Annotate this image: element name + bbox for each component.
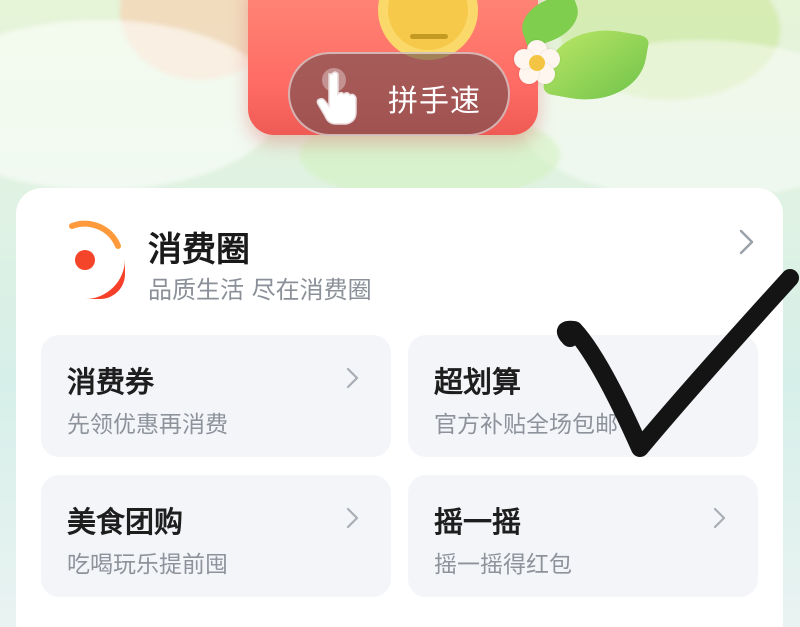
tile-coupons[interactable]: 消费券 先领优惠再消费	[41, 335, 391, 457]
chevron-right-icon[interactable]	[734, 228, 758, 256]
promo-banner[interactable]: 拼手速	[0, 0, 800, 200]
tile-food-group-buy[interactable]: 美食团购 吃喝玩乐提前囤	[41, 475, 391, 597]
chevron-right-icon	[346, 507, 359, 529]
consumption-circle-logo	[45, 219, 125, 299]
flower-illustration	[514, 40, 560, 86]
grab-fast-button[interactable]: 拼手速	[288, 52, 510, 136]
tile-subtitle: 吃喝玩乐提前囤	[67, 552, 228, 578]
tile-title: 美食团购	[67, 505, 184, 539]
card-title: 消费圈	[148, 230, 250, 270]
chevron-right-icon	[346, 367, 359, 389]
tile-great-deals[interactable]: 超划算 官方补贴全场包邮	[408, 335, 758, 457]
tile-title: 超划算	[434, 365, 522, 399]
grab-fast-label: 拼手速	[388, 84, 481, 119]
card-header[interactable]: 消费圈 品质生活 尽在消费圈	[42, 216, 758, 306]
tile-subtitle: 先领优惠再消费	[67, 412, 228, 438]
card-subtitle: 品质生活 尽在消费圈	[148, 276, 372, 304]
consumption-circle-card: 消费圈 品质生活 尽在消费圈 消费券 先领优惠再消费 超划算 官方补贴全场包邮 …	[16, 188, 783, 627]
chevron-right-icon	[713, 507, 726, 529]
tap-hand-icon	[316, 68, 357, 125]
tile-shake[interactable]: 摇一摇 摇一摇得红包	[408, 475, 758, 597]
tile-subtitle: 摇一摇得红包	[434, 552, 572, 578]
tile-title: 摇一摇	[434, 505, 522, 539]
clock-hand	[410, 34, 448, 39]
tile-title: 消费券	[67, 365, 155, 399]
tile-subtitle: 官方补贴全场包邮	[434, 412, 618, 438]
